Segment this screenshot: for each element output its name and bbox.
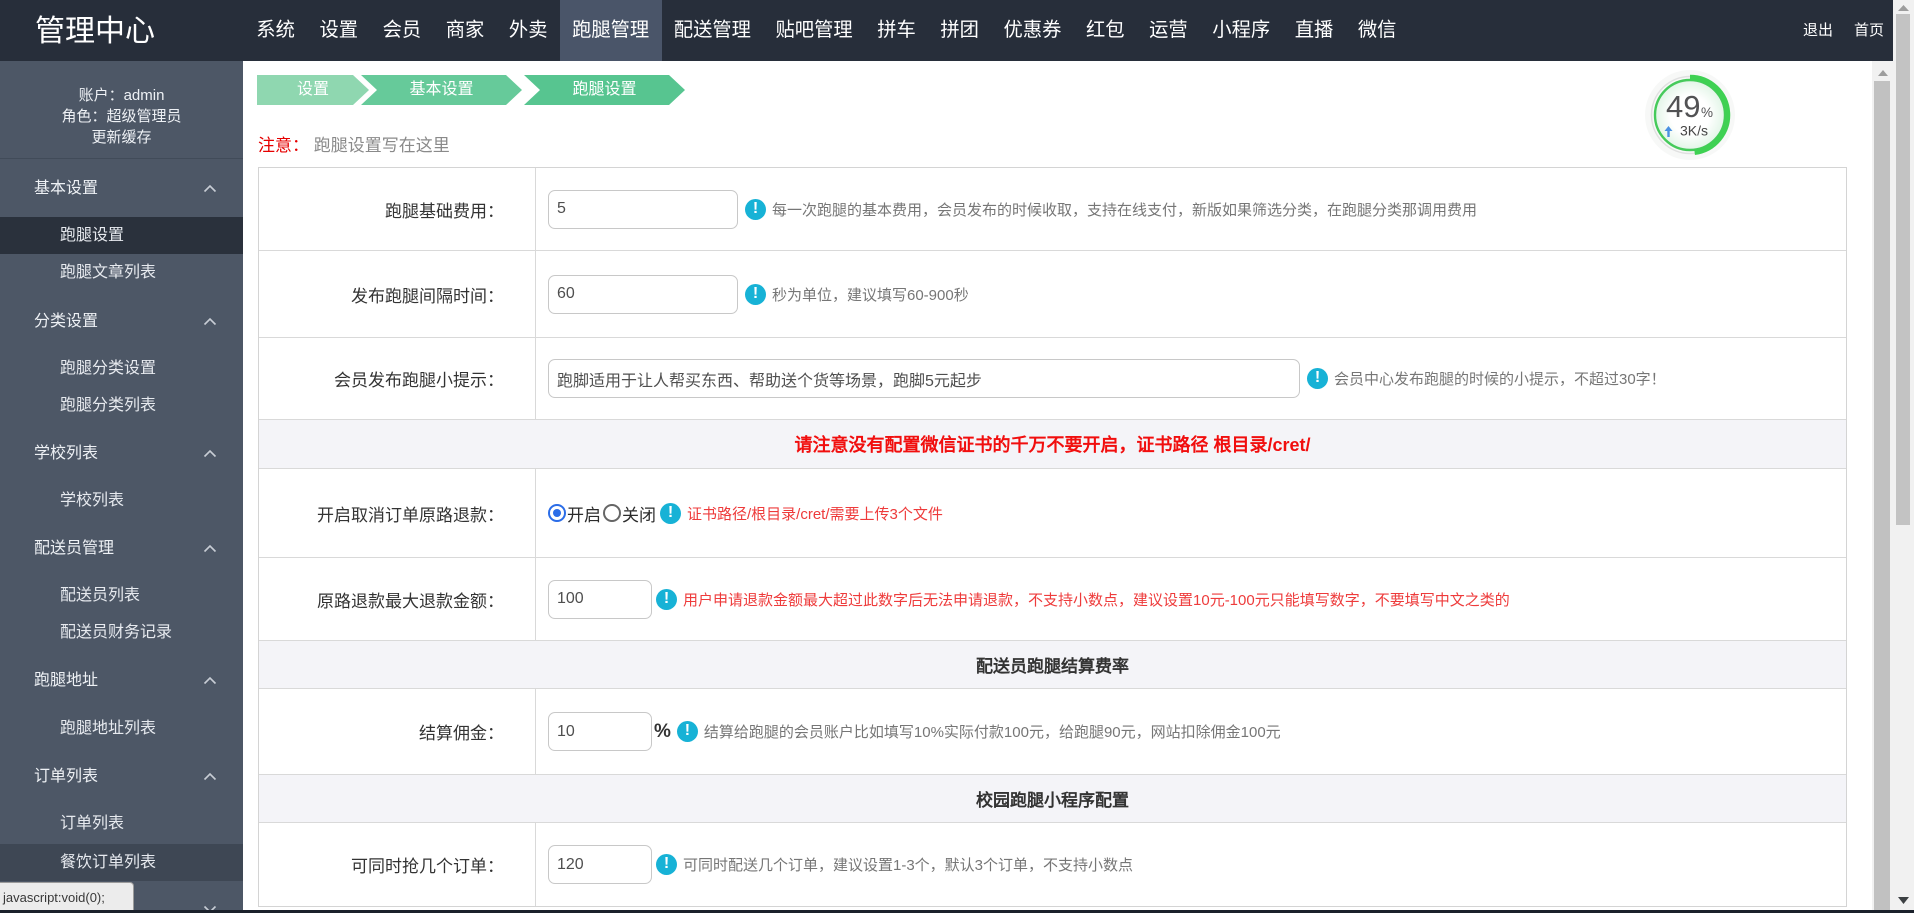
svg-text:49: 49 — [1666, 89, 1700, 124]
svg-text:%: % — [1701, 105, 1713, 120]
svg-text:3K/s: 3K/s — [1680, 123, 1708, 139]
